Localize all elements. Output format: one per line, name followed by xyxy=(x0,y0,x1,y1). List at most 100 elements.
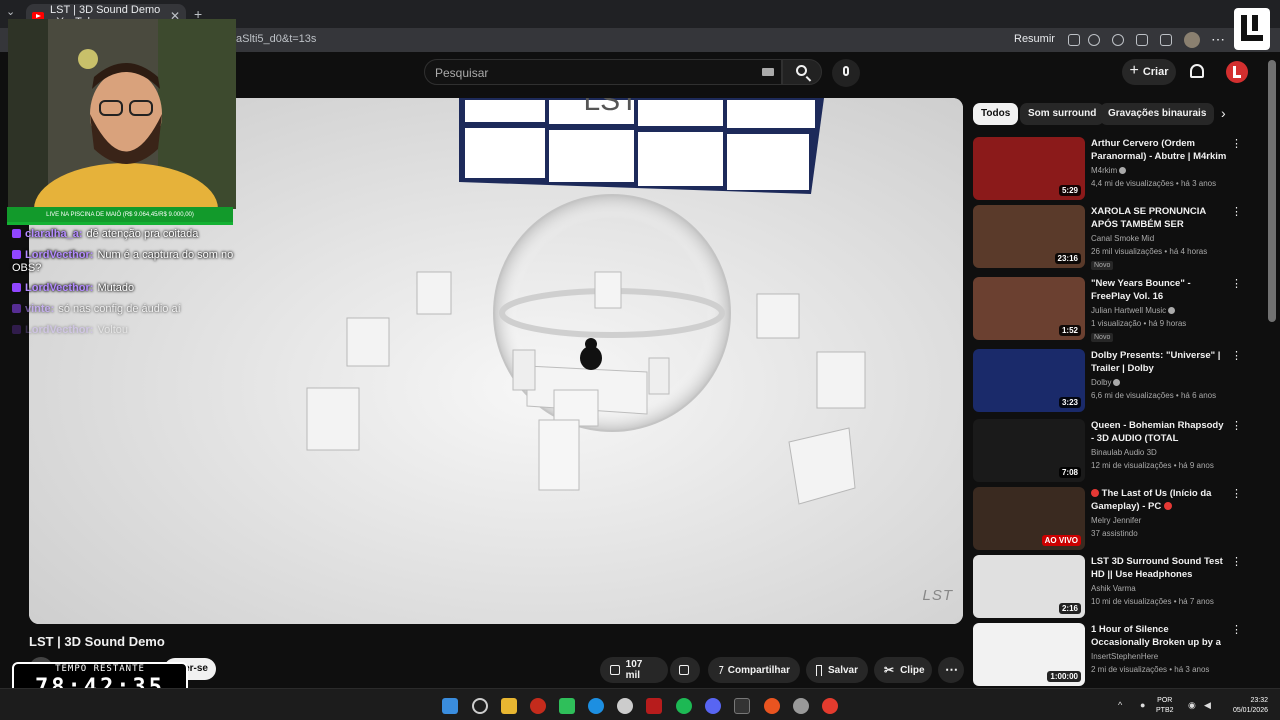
channel-name[interactable]: Melry Jennifer xyxy=(1091,516,1141,525)
recommendation-item[interactable]: 5:29 Arthur Cervero (Ordem Paranormal) - … xyxy=(973,137,1243,201)
recommendation-title[interactable]: Arthur Cervero (Ordem Paranormal) - Abut… xyxy=(1091,137,1229,163)
chrome-icon[interactable] xyxy=(822,698,838,714)
share-button[interactable]: Compartilhar xyxy=(708,657,800,683)
video-thumbnail[interactable]: 1:52 xyxy=(973,277,1085,340)
voice-search-button[interactable] xyxy=(832,59,860,87)
chip-todos[interactable]: Todos xyxy=(973,103,1019,125)
app-icon[interactable] xyxy=(764,698,780,714)
refresh-icon[interactable] xyxy=(1112,34,1124,46)
notifications-bell-icon[interactable] xyxy=(1190,64,1204,78)
more-options-icon[interactable]: ⋮ xyxy=(1231,277,1242,290)
recommendation-item[interactable]: 7:08 Queen - Bohemian Rhapsody - 3D AUDIO… xyxy=(973,419,1243,483)
discord-icon[interactable] xyxy=(705,698,721,714)
recommendation-title[interactable]: "New Years Bounce" - FreePlay Vol. 16 xyxy=(1091,277,1229,303)
channel-name-text: Melry Jennifer xyxy=(1091,516,1142,525)
app-icon[interactable] xyxy=(617,698,633,714)
browser-profile-avatar[interactable] xyxy=(1184,32,1200,48)
channel-name[interactable]: Julian Hartwell Music xyxy=(1091,306,1176,315)
translate-icon[interactable] xyxy=(1068,34,1080,46)
spotify-icon[interactable] xyxy=(676,698,692,714)
streamer-webcam xyxy=(8,19,236,209)
video-thumbnail[interactable]: 23:16 xyxy=(973,205,1085,268)
account-avatar[interactable] xyxy=(1226,61,1248,83)
video-thumbnail[interactable]: AO VIVO xyxy=(973,487,1085,550)
chevron-right-icon[interactable]: › xyxy=(1221,105,1226,121)
video-thumbnail[interactable]: 5:29 xyxy=(973,137,1085,200)
recommendation-title-text: LST 3D Surround Sound Test HD || Use Hea… xyxy=(1091,556,1223,580)
channel-name[interactable]: InsertStephenHere xyxy=(1091,652,1158,661)
recommendation-item[interactable]: 3:23 Dolby Presents: "Universe" | Trailer… xyxy=(973,349,1243,413)
clock-date: 05/01/2026 xyxy=(1232,707,1268,714)
channel-name[interactable]: Dolby xyxy=(1091,378,1121,387)
favorites-icon[interactable] xyxy=(1160,34,1172,46)
obs-icon[interactable] xyxy=(734,698,750,714)
more-options-icon[interactable]: ⋮ xyxy=(1231,419,1242,432)
recommendation-title[interactable]: Dolby Presents: "Universe" | Trailer | D… xyxy=(1091,349,1229,375)
dislike-button[interactable] xyxy=(670,657,700,683)
more-options-icon[interactable]: ⋮ xyxy=(1231,137,1242,150)
tab-search-icon[interactable]: ⌄ xyxy=(6,5,15,18)
browser-menu-icon[interactable]: ⋯ xyxy=(1211,31,1225,48)
url-field[interactable]: aSlti5_d0&t=13s xyxy=(236,33,316,45)
duration-badge: 23:16 xyxy=(1054,253,1081,264)
channel-name[interactable]: M4rkim xyxy=(1091,166,1127,175)
recommendation-item[interactable]: 2:16 LST 3D Surround Sound Test HD || Use… xyxy=(973,555,1243,619)
chip-gravacoes-binaurais[interactable]: Gravações binaurais xyxy=(1100,103,1215,125)
app-icon[interactable] xyxy=(646,698,662,714)
search-taskbar-icon[interactable] xyxy=(472,698,488,714)
resumir-button[interactable]: Resumir xyxy=(1014,33,1055,45)
sidebar-scrollbar[interactable] xyxy=(1268,60,1276,322)
file-explorer-icon[interactable] xyxy=(501,698,517,714)
recommendation-title[interactable]: 1 Hour of Silence Occasionally Broken up… xyxy=(1091,623,1229,650)
video-thumbnail[interactable]: 1:00:00 xyxy=(973,623,1085,686)
search-button[interactable] xyxy=(782,59,822,85)
channel-name[interactable]: Ashik Varma xyxy=(1091,584,1136,593)
language-code: POR xyxy=(1157,697,1173,704)
recommendation-title-text: Arthur Cervero (Ordem Paranormal) - Abut… xyxy=(1091,138,1227,162)
recommendation-title[interactable]: LST 3D Surround Sound Test HD || Use Hea… xyxy=(1091,555,1229,581)
video-meta: 26 mil visualizações • há 4 horas xyxy=(1091,247,1208,256)
bookmark-star-icon[interactable] xyxy=(1088,34,1100,46)
volume-icon[interactable]: ◀ xyxy=(1204,700,1211,711)
video-meta: 10 mi de visualizações • há 7 anos xyxy=(1091,597,1214,606)
recommendation-item[interactable]: 1:52 "New Years Bounce" - FreePlay Vol. 1… xyxy=(973,277,1243,342)
more-options-icon[interactable]: ⋮ xyxy=(1231,205,1242,218)
recommendation-item[interactable]: 1:00:00 1 Hour of Silence Occasionally Br… xyxy=(973,623,1243,687)
keyboard-icon[interactable] xyxy=(762,68,774,76)
wifi-icon[interactable]: ◉ xyxy=(1188,700,1196,711)
recommendation-title[interactable]: XAROLA SE PRONUNCIA APÓS TAMBÉM SER DETO… xyxy=(1091,205,1229,232)
system-clock[interactable]: 23:32 05/01/2026 xyxy=(1222,696,1268,716)
more-options-icon[interactable]: ⋮ xyxy=(1231,487,1242,500)
chevron-up-icon[interactable]: ^ xyxy=(1118,700,1122,710)
channel-name[interactable]: Canal Smoke Mid xyxy=(1091,234,1154,243)
live-goal-banner: LIVE NA PISCINA DE MAIÔ (R$ 9.064,45/R$ … xyxy=(7,207,233,225)
channel-name[interactable]: Binaulab Audio 3D xyxy=(1091,448,1157,457)
search-input[interactable]: Pesquisar xyxy=(424,59,782,85)
clip-button[interactable]: ✂ Clipe xyxy=(874,657,932,683)
recommendation-title-text: The Last of Us (Início da Gameplay) - PC xyxy=(1091,488,1212,512)
edge-icon[interactable] xyxy=(588,698,604,714)
recommendation-title[interactable]: Queen - Bohemian Rhapsody - 3D AUDIO (TO… xyxy=(1091,419,1229,446)
recommendation-item[interactable]: AO VIVO The Last of Us (Início da Gamepl… xyxy=(973,487,1243,551)
video-thumbnail[interactable]: 7:08 xyxy=(973,419,1085,482)
app-icon[interactable] xyxy=(530,698,546,714)
app-icon[interactable] xyxy=(559,698,575,714)
recommendation-item[interactable]: 23:16 XAROLA SE PRONUNCIA APÓS TAMBÉM SER… xyxy=(973,205,1243,270)
settings-gear-icon[interactable] xyxy=(793,698,809,714)
mic-tray-icon[interactable]: ● xyxy=(1140,700,1145,710)
avatar-logo-icon xyxy=(1233,66,1241,78)
create-button[interactable]: + Criar xyxy=(1122,59,1176,85)
chip-som-surround[interactable]: Som surround xyxy=(1020,103,1105,125)
extensions-icon[interactable] xyxy=(1136,34,1148,46)
more-actions-button[interactable]: ⋯ xyxy=(938,657,964,683)
start-windows-icon[interactable] xyxy=(442,698,458,714)
more-options-icon[interactable]: ⋮ xyxy=(1231,349,1242,362)
recommendation-title[interactable]: The Last of Us (Início da Gameplay) - PC xyxy=(1091,487,1229,513)
video-thumbnail[interactable]: 2:16 xyxy=(973,555,1085,618)
language-indicator[interactable]: POR PTB2 xyxy=(1156,696,1174,716)
more-options-icon[interactable]: ⋮ xyxy=(1231,623,1242,636)
save-button[interactable]: Salvar xyxy=(806,657,868,683)
like-button[interactable]: 107 mil xyxy=(600,657,668,683)
video-thumbnail[interactable]: 3:23 xyxy=(973,349,1085,412)
more-options-icon[interactable]: ⋮ xyxy=(1231,555,1242,568)
